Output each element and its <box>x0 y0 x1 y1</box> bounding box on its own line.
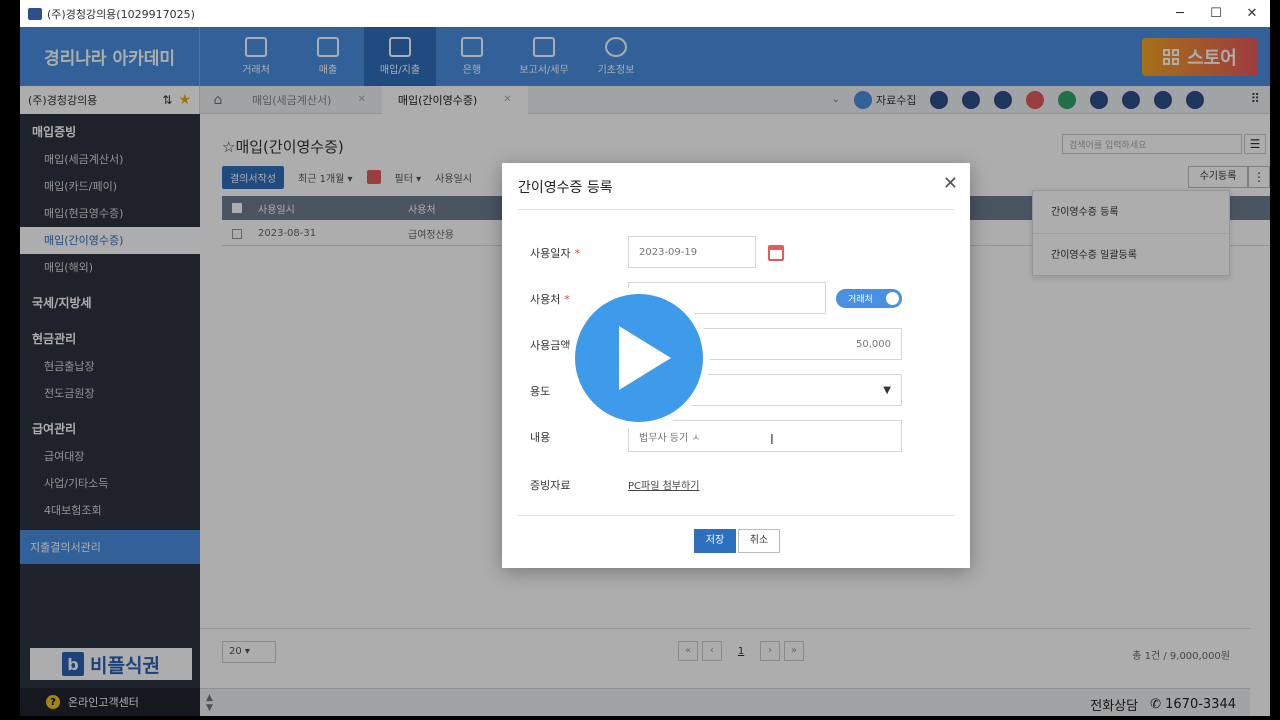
content-field[interactable]: 법무사 등기 ㅅ <box>628 420 902 452</box>
partner-toggle[interactable]: 거래처 <box>836 289 902 308</box>
dialog-title: 간이영수증 등록 <box>518 180 613 196</box>
window-controls: ─ ☐ ✕ <box>1162 0 1270 27</box>
divider <box>518 515 954 516</box>
maximize-button[interactable]: ☐ <box>1198 0 1234 27</box>
date-label: 사용일자 * <box>530 247 580 260</box>
close-icon[interactable]: ✕ <box>943 173 958 194</box>
purpose-label: 용도 <box>530 385 551 398</box>
title-bar: (주)경청강의용(1029917025) ─ ☐ ✕ <box>20 0 1270 27</box>
cancel-button[interactable]: 취소 <box>738 529 780 553</box>
place-label: 사용처 * <box>530 293 570 306</box>
text-cursor-icon: I <box>770 433 774 448</box>
content-label: 내용 <box>530 431 551 444</box>
amount-label: 사용금액 <box>530 339 571 352</box>
play-icon <box>619 326 671 390</box>
close-button[interactable]: ✕ <box>1234 0 1270 27</box>
chevron-down-icon: ▼ <box>883 384 891 396</box>
divider <box>518 209 954 210</box>
app-logo-icon <box>28 7 42 20</box>
play-button[interactable] <box>568 287 710 429</box>
attach-file-link[interactable]: PC파일 첨부하기 <box>628 477 699 492</box>
date-field[interactable]: 2023-09-19 <box>628 236 756 268</box>
toggle-label: 거래처 <box>848 295 873 305</box>
save-button[interactable]: 저장 <box>694 529 736 553</box>
calendar-icon[interactable] <box>768 245 784 261</box>
minimize-button[interactable]: ─ <box>1162 0 1198 27</box>
attach-label: 증빙자료 <box>530 479 571 492</box>
play-circle <box>575 294 703 422</box>
window-title: (주)경청강의용(1029917025) <box>47 7 195 21</box>
toggle-knob <box>886 292 899 305</box>
